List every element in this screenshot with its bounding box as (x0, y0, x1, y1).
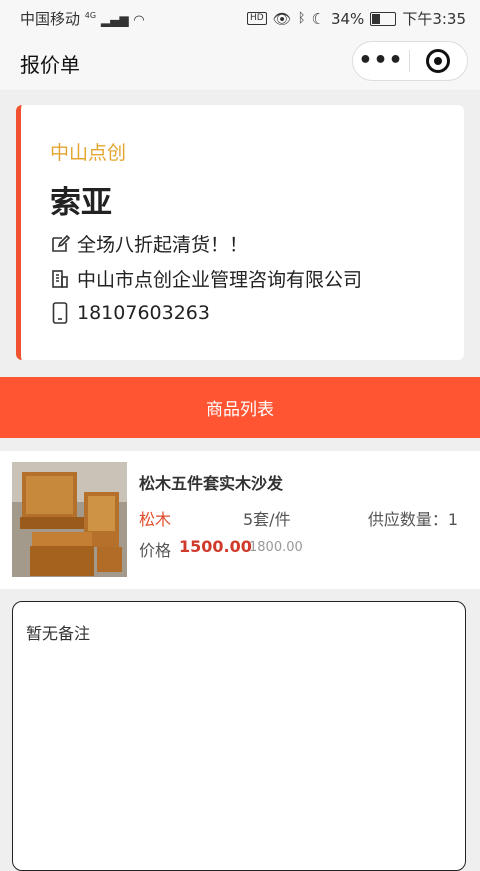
target-icon (426, 49, 450, 73)
product-name: 松木五件套实木沙发 (139, 474, 284, 493)
bluetooth-icon: ᛒ (297, 11, 306, 26)
battery-icon (370, 11, 397, 26)
close-miniprogram-button[interactable] (410, 49, 466, 73)
product-original-price: 1800.00 (249, 540, 303, 555)
company-full-name: 中山市点创企业管理咨询有限公司 (77, 269, 363, 291)
eye-icon: 👁 (272, 9, 292, 28)
remark-box: 暂无备注 (12, 601, 466, 871)
slogan-row: 全场八折起清货！！ (50, 230, 248, 257)
product-supply: 供应数量：1 (367, 510, 458, 529)
product-price: 1500.00 (179, 537, 252, 556)
carrier-label: 中国移动 (20, 10, 81, 28)
slogan-text: 全场八折起清货！！ (77, 234, 249, 256)
contact-name: 索亚 (50, 185, 112, 221)
business-card: 中山点创 索亚 全场八折起清货！！ 中山市点创企业管理咨询有限公司 181076… (16, 105, 464, 360)
status-left: 中国移动 4G ▂▄▆ ◠ (20, 8, 145, 29)
wifi-icon: ◠ (133, 13, 145, 28)
price-label: 价格 (139, 541, 172, 560)
building-icon (50, 268, 70, 290)
page-title: 报价单 (20, 53, 80, 77)
product-material: 松木 (139, 510, 172, 529)
product-image (12, 462, 127, 577)
moon-icon: ☾ (311, 9, 325, 28)
edit-icon (50, 233, 70, 255)
hd-icon: HD (246, 12, 267, 25)
nav-bar: 报价单 ••• (0, 34, 480, 91)
clock-label: 下午3:35 (402, 10, 466, 28)
phone-icon (50, 302, 70, 324)
company-short-name: 中山点创 (50, 142, 127, 164)
remark-text: 暂无备注 (26, 624, 91, 643)
network-label: 4G (84, 11, 97, 20)
product-spec: 5套/件 (243, 510, 291, 529)
phone-row[interactable]: 18107603263 (50, 302, 210, 324)
battery-percent: 34% (330, 9, 365, 28)
signal-icon: ▂▄▆ (100, 13, 129, 27)
status-right: HD 👁 ᛒ ☾ 34% 下午3:35 (246, 8, 466, 29)
product-list-header: 商品列表 (0, 377, 480, 438)
list-item[interactable]: 松木五件套实木沙发 松木 5套/件 供应数量：1 价格 1500.00 1800… (0, 451, 480, 589)
more-menu-button[interactable]: ••• (353, 43, 409, 79)
company-row: 中山市点创企业管理咨询有限公司 (50, 265, 362, 292)
phone-number[interactable]: 18107603263 (77, 302, 210, 324)
miniprogram-capsule: ••• (352, 41, 468, 81)
status-bar: 中国移动 4G ▂▄▆ ◠ HD 👁 ᛒ ☾ 34% 下午3:35 (0, 0, 480, 34)
